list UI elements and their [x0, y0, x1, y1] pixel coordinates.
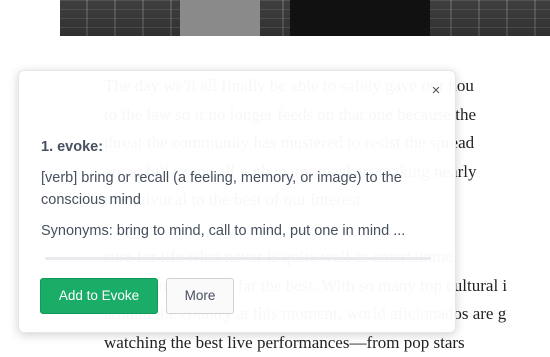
close-icon[interactable]: ×: [429, 83, 443, 99]
divider: [45, 257, 431, 260]
hero-image-doorway: [290, 0, 430, 36]
add-to-evoke-button[interactable]: Add to Evoke: [40, 278, 158, 314]
hero-image: [60, 0, 550, 36]
hero-image-pillar: [180, 0, 260, 36]
definition-term: 1. evoke:: [41, 139, 103, 155]
dictionary-popup: × 1. evoke: [verb] bring or recall (a fe…: [18, 70, 456, 333]
definition-text: [verb] bring or recall (a feeling, memor…: [41, 168, 441, 211]
synonyms-text: Synonyms: bring to mind, call to mind, p…: [41, 221, 441, 241]
more-button[interactable]: More: [166, 278, 234, 314]
